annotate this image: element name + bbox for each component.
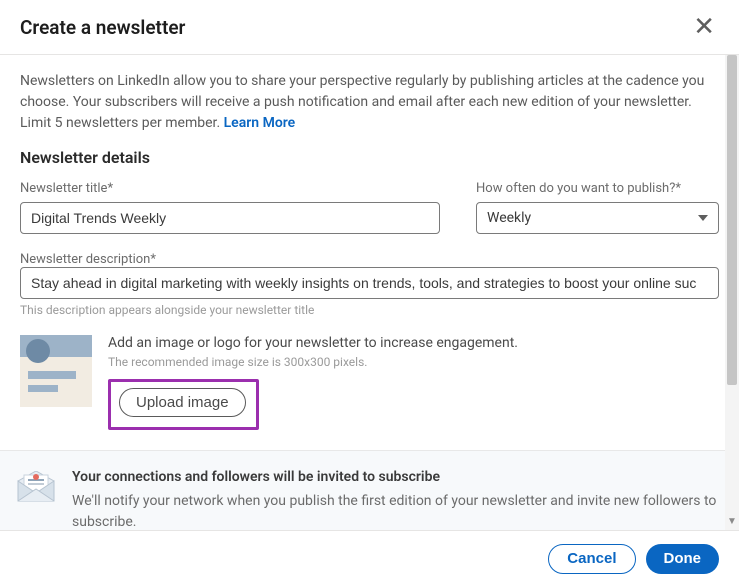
newsletter-title-input[interactable] xyxy=(20,202,440,234)
newsletter-title-label: Newsletter title* xyxy=(20,181,440,196)
newsletter-description-label: Newsletter description* xyxy=(20,252,156,267)
newsletter-description-input[interactable] xyxy=(20,267,719,299)
newsletter-image-placeholder xyxy=(20,335,92,407)
upload-image-button[interactable]: Upload image xyxy=(119,388,246,417)
learn-more-link[interactable]: Learn More xyxy=(224,115,296,131)
upload-image-title: Add an image or logo for your newsletter… xyxy=(108,335,719,351)
scrollbar-thumb[interactable] xyxy=(727,55,737,385)
publish-frequency-select[interactable]: Weekly xyxy=(476,202,719,234)
chevron-down-icon xyxy=(698,215,708,221)
publish-frequency-value: Weekly xyxy=(487,210,531,226)
scrollbar-track[interactable]: ▼ xyxy=(725,55,739,530)
intro-text: Newsletters on LinkedIn allow you to sha… xyxy=(20,71,719,134)
modal-footer: Cancel Done xyxy=(0,530,739,586)
modal-header: Create a newsletter ✕ xyxy=(0,0,739,55)
envelope-icon xyxy=(16,471,56,530)
done-button[interactable]: Done xyxy=(646,544,720,574)
intro-copy: Newsletters on LinkedIn allow you to sha… xyxy=(20,73,704,131)
modal-title: Create a newsletter xyxy=(20,16,185,39)
cancel-button[interactable]: Cancel xyxy=(548,544,635,574)
publish-frequency-label: How often do you want to publish?* xyxy=(476,181,719,196)
scrollbar-down-arrow[interactable]: ▼ xyxy=(727,516,737,528)
close-icon[interactable]: ✕ xyxy=(689,14,719,40)
section-heading: Newsletter details xyxy=(20,148,719,167)
banner-body: We'll notify your network when you publi… xyxy=(72,491,723,530)
banner-title: Your connections and followers will be i… xyxy=(72,469,723,485)
upload-highlight-box: Upload image xyxy=(108,379,259,430)
upload-image-recommendation: The recommended image size is 300x300 pi… xyxy=(108,355,719,369)
description-helper: This description appears alongside your … xyxy=(20,303,719,317)
modal-body: Newsletters on LinkedIn allow you to sha… xyxy=(0,55,739,530)
subscribe-banner: Your connections and followers will be i… xyxy=(0,450,739,530)
